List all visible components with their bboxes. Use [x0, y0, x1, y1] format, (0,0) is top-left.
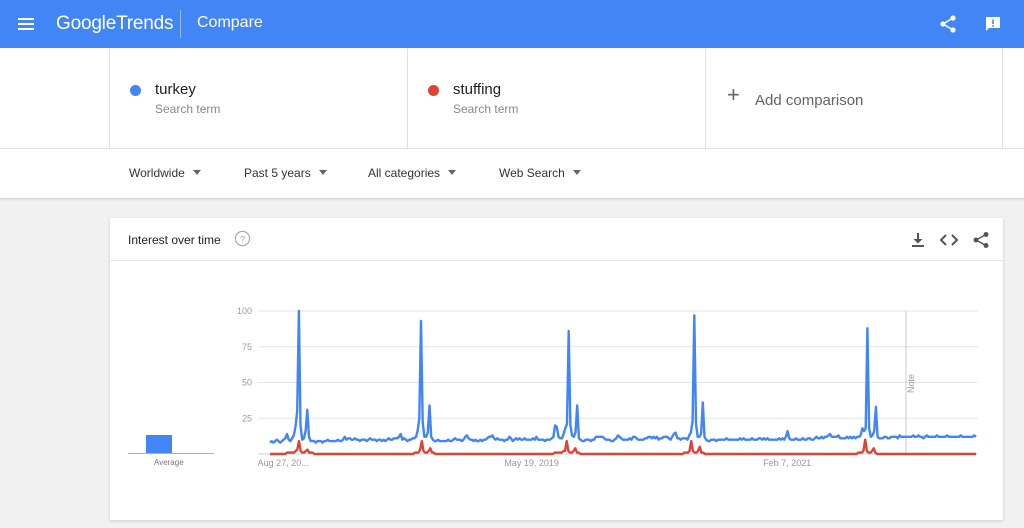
region-dropdown[interactable]: Worldwide: [129, 166, 201, 180]
dropdown-arrow-icon: [192, 170, 201, 175]
search-type-value: Web Search: [499, 166, 565, 180]
term-name: turkey: [155, 81, 196, 98]
feedback-icon[interactable]: [983, 14, 1003, 34]
download-icon[interactable]: [909, 231, 927, 249]
page-title: Compare: [197, 14, 263, 31]
region-value: Worldwide: [129, 166, 185, 180]
x-tick-label: May 19, 2019: [504, 458, 559, 468]
dropdown-arrow-icon: [448, 170, 457, 175]
y-tick-label: 50: [242, 378, 252, 388]
menu-icon[interactable]: [16, 14, 36, 34]
time-range-dropdown[interactable]: Past 5 years: [244, 166, 327, 180]
embed-icon[interactable]: [939, 231, 959, 249]
x-tick-label: Aug 27, 20...: [258, 458, 309, 468]
search-type-dropdown[interactable]: Web Search: [499, 166, 581, 180]
top-app-bar: GoogleTrends Compare: [0, 0, 1024, 48]
dropdown-arrow-icon: [572, 170, 581, 175]
series-line-turkey: [269, 309, 977, 444]
logo-google-text: Google: [56, 13, 117, 34]
y-tick-label: 75: [242, 342, 252, 352]
y-tick-label: 100: [237, 306, 252, 316]
series-color-dot: [428, 85, 439, 96]
add-comparison-label: Add comparison: [755, 92, 864, 109]
card-header: Interest over time ?: [110, 218, 1003, 261]
search-terms-panel: turkey Search term stuffing Search term …: [0, 48, 1024, 149]
series-color-dot: [130, 85, 141, 96]
term-card-stuffing[interactable]: stuffing Search term: [407, 48, 705, 148]
filter-bar: Worldwide Past 5 years All categories We…: [0, 149, 1024, 199]
svg-text:?: ?: [240, 234, 245, 245]
term-name: stuffing: [453, 81, 502, 98]
add-comparison-button[interactable]: + Add comparison: [705, 48, 1003, 148]
dropdown-arrow-icon: [318, 170, 327, 175]
line-chart[interactable]: 25 50 75 100 Aug 27, 20... May 19, 2019 Feb 7,…: [110, 261, 1003, 520]
plus-icon: +: [727, 82, 740, 107]
share-icon[interactable]: [938, 14, 958, 34]
category-dropdown[interactable]: All categories: [368, 166, 457, 180]
interest-over-time-card: Interest over time ? Average 25 50 75 100 Au…: [110, 218, 1003, 520]
term-subtitle: Search term: [155, 102, 221, 116]
x-tick-label: Feb 7, 2021: [763, 458, 811, 468]
share-icon[interactable]: [972, 231, 990, 249]
note-label: Note: [906, 374, 916, 393]
series-line-stuffing: [270, 438, 976, 456]
category-value: All categories: [368, 166, 441, 180]
help-icon[interactable]: ?: [234, 230, 251, 247]
term-subtitle: Search term: [453, 102, 519, 116]
logo-trends-text: Trends: [116, 13, 174, 34]
term-card-turkey[interactable]: turkey Search term: [109, 48, 407, 148]
header-divider: [180, 10, 181, 38]
google-trends-logo[interactable]: GoogleTrends: [56, 13, 174, 35]
time-range-value: Past 5 years: [244, 166, 311, 180]
y-tick-label: 25: [242, 413, 252, 423]
card-title: Interest over time: [128, 233, 221, 247]
